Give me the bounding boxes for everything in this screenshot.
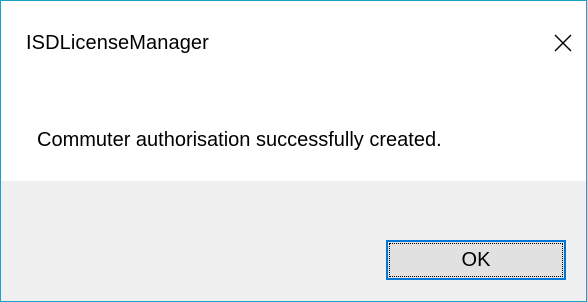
close-button[interactable] [546, 26, 580, 60]
dialog-content: Commuter authorisation successfully crea… [1, 89, 586, 181]
dialog-footer: OK [1, 181, 586, 301]
close-icon [554, 34, 572, 52]
ok-button[interactable]: OK [386, 240, 566, 280]
window-title: ISDLicenseManager [26, 32, 209, 54]
dialog-message: Commuter authorisation successfully crea… [37, 129, 442, 151]
message-dialog: ISDLicenseManager Commuter authorisation… [0, 0, 587, 302]
ok-button-label: OK [461, 248, 491, 271]
title-bar: ISDLicenseManager [1, 1, 586, 89]
